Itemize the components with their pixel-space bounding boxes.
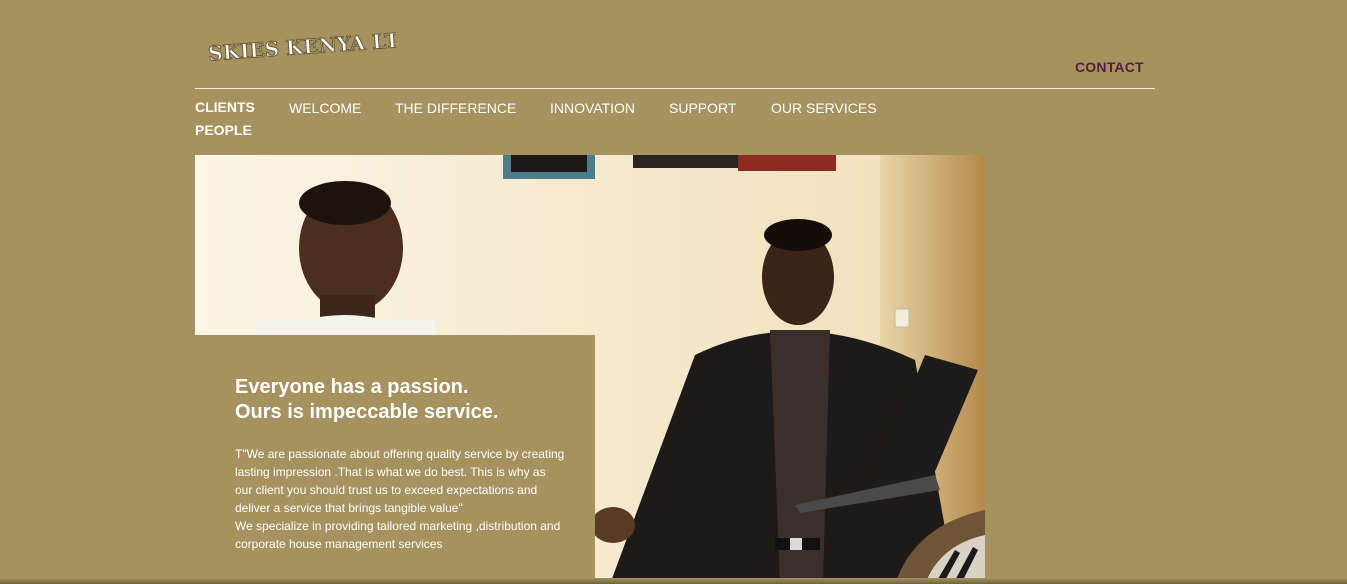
hero-body: T"We are passionate about offering quali… [235, 445, 565, 553]
nav-item-support[interactable]: SUPPORT [669, 100, 736, 116]
page-bottom-edge [0, 578, 1347, 584]
hero-headline: Everyone has a passion. Ours is impeccab… [235, 375, 499, 425]
nav-item-innovation[interactable]: INNOVATION [550, 100, 635, 116]
nav-item-people[interactable]: PEOPLE [195, 122, 252, 138]
nav-item-the-difference[interactable]: THE DIFFERENCE [395, 100, 516, 116]
hero-headline-line1: Everyone has a passion. [235, 376, 469, 398]
logo-graphic: SKIES KENYA LTD [207, 26, 396, 66]
site-logo[interactable]: SKIES KENYA LTD [206, 26, 396, 66]
nav-item-welcome[interactable]: WELCOME [289, 100, 361, 116]
hero-headline-line2: Ours is impeccable service. [235, 401, 499, 423]
nav-item-clients[interactable]: CLIENTS [195, 99, 255, 115]
page: SKIES KENYA LTD CONTACT CLIENTS WELCOME … [0, 0, 1347, 584]
contact-link[interactable]: CONTACT [1075, 59, 1144, 75]
logo-text: SKIES KENYA LTD [207, 27, 396, 66]
intro-panel: Everyone has a passion. Ours is impeccab… [195, 335, 595, 584]
hero-paragraph-1: T"We are passionate about offering quali… [235, 447, 565, 515]
hero-paragraph-2: We specialize in providing tailored mark… [235, 519, 561, 551]
header-divider [195, 88, 1155, 89]
nav-item-our-services[interactable]: OUR SERVICES [771, 100, 877, 116]
